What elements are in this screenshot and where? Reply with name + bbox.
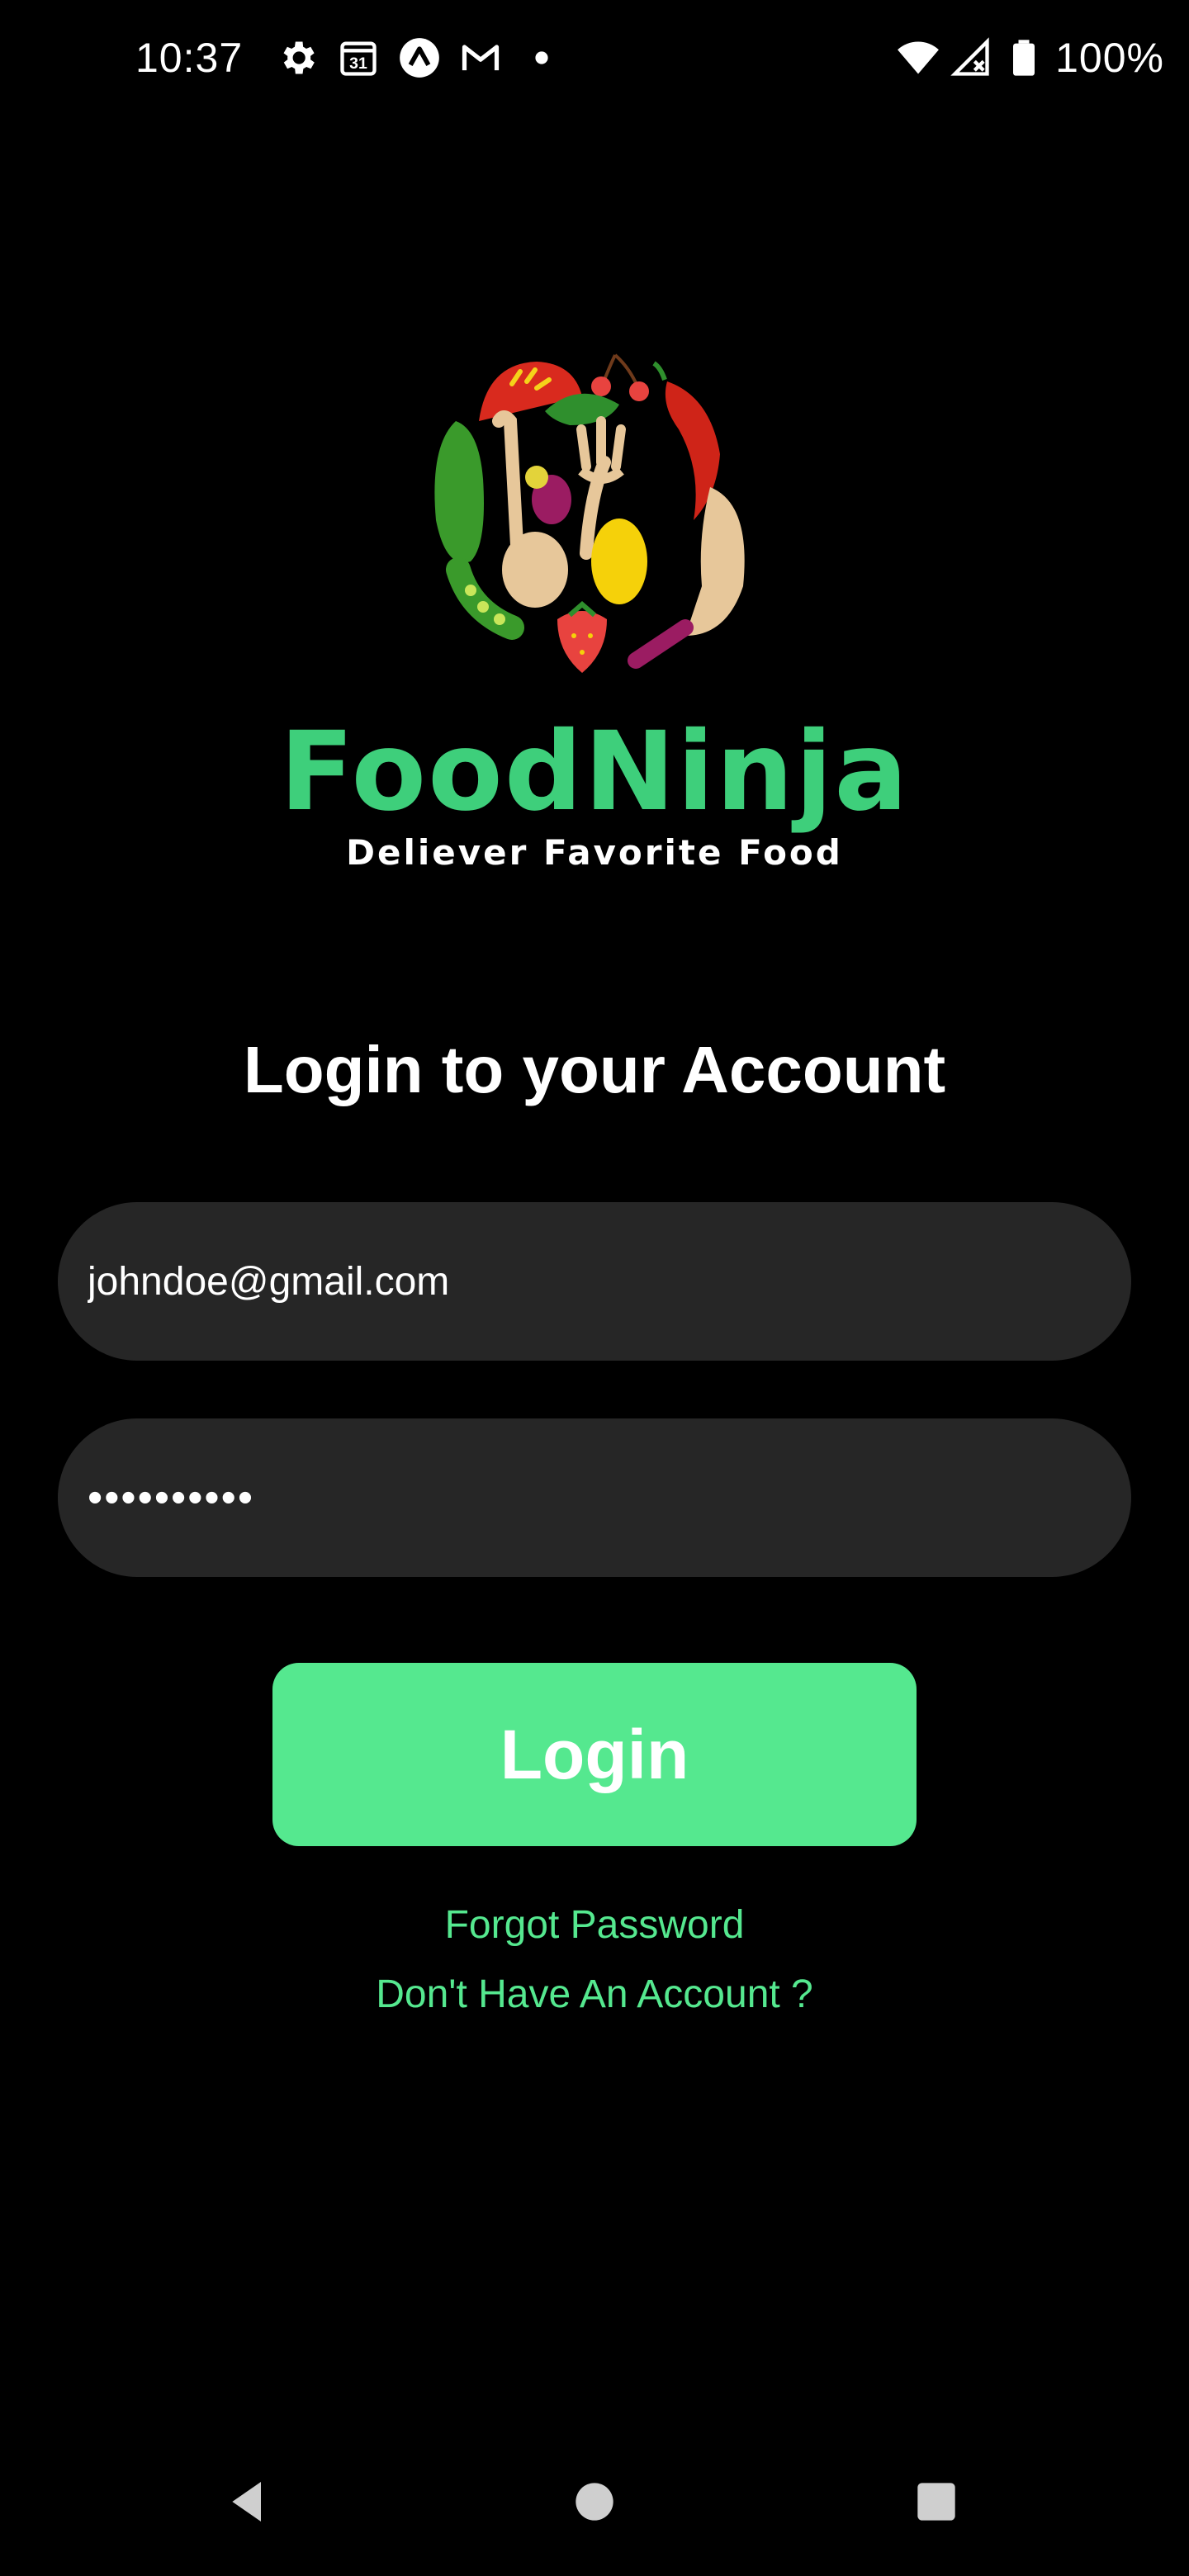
status-time: 10:37 — [135, 35, 244, 81]
brand-tagline: Deliever Favorite Food — [346, 832, 843, 873]
login-button[interactable]: Login — [272, 1663, 917, 1846]
arc-icon — [398, 36, 441, 79]
forgot-password-link[interactable]: Forgot Password — [0, 1902, 1189, 1948]
back-icon[interactable] — [206, 2460, 289, 2543]
brand-name: FoodNinja — [279, 708, 910, 836]
status-right: 100% — [897, 34, 1164, 82]
gmail-icon — [459, 36, 502, 79]
email-field[interactable] — [58, 1202, 1131, 1361]
food-logo-icon — [413, 339, 776, 685]
calendar-icon: 31 — [337, 36, 380, 79]
login-screen: 10:37 31 100% FoodNinja Deliever Favorit… — [0, 0, 1189, 2576]
navigation-bar — [0, 2460, 1189, 2543]
page-title: Login to your Account — [243, 1033, 946, 1106]
calendar-day-text: 31 — [349, 54, 367, 73]
signal-icon — [950, 36, 992, 79]
battery-percent: 100% — [1055, 35, 1164, 81]
home-icon[interactable] — [553, 2460, 636, 2543]
battery-icon — [1002, 36, 1045, 79]
status-left: 10:37 31 — [135, 34, 563, 82]
password-field[interactable] — [58, 1418, 1131, 1577]
status-bar: 10:37 31 100% — [0, 0, 1189, 116]
notification-dot-icon — [520, 36, 563, 79]
signup-link[interactable]: Don't Have An Account ? — [0, 1972, 1189, 2017]
recents-icon[interactable] — [895, 2460, 978, 2543]
settings-icon — [276, 36, 319, 79]
wifi-icon — [897, 36, 940, 79]
